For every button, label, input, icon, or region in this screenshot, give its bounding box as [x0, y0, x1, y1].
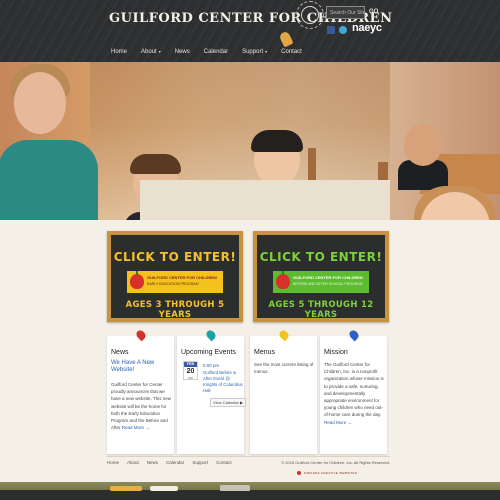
before-after-school-board[interactable]: CLICK TO ENTER! GUILFORD CENTER FOR CHIL… — [253, 231, 389, 322]
nav-label: News — [174, 49, 190, 55]
facebook-icon[interactable] — [327, 26, 335, 34]
nav-label: Calendar — [203, 49, 229, 55]
card-title: Upcoming Events — [181, 349, 236, 356]
sun-icon — [296, 1, 324, 29]
eraser-icon — [220, 485, 250, 491]
news-body: Guilford Center for Center proudly annou… — [111, 381, 172, 431]
chevron-down-icon: ▾ — [158, 49, 161, 54]
apple-icon — [276, 271, 290, 289]
child-hair — [251, 130, 303, 152]
menus-card: Menus See the most current listing of me… — [250, 328, 317, 454]
early-education-board[interactable]: CLICK TO ENTER! GUILFORD CENTER FOR CHIL… — [107, 231, 243, 322]
program-subtitle: EARLY EDUCATION PROGRAM — [147, 282, 199, 286]
nav-contact[interactable]: Contact — [281, 49, 302, 59]
search-input[interactable] — [326, 6, 365, 19]
footer-link-home[interactable]: Home — [107, 460, 119, 465]
designer-credit-link[interactable]: MIRANDA CREATIVE WEBSITES — [304, 471, 357, 475]
event-date-badge: FEB 20 FRI — [183, 361, 198, 380]
hero-photo — [0, 62, 500, 220]
card-title: News — [111, 349, 129, 356]
board-cta: CLICK TO ENTER! — [259, 250, 383, 264]
nav-home[interactable]: Home — [111, 49, 127, 59]
view-calendar-button[interactable]: View Calendar ▶ — [210, 398, 247, 407]
event-title-link[interactable]: Guilford Before & After Event @ Knights … — [203, 370, 243, 394]
program-name: GUILFORD CENTER FOR CHILDREN — [293, 275, 363, 280]
read-more-link[interactable]: Read More → — [324, 420, 352, 425]
footer-link-support[interactable]: Support — [192, 460, 208, 465]
board-cta: CLICK TO ENTER! — [113, 250, 237, 264]
twitter-icon[interactable] — [339, 26, 347, 34]
read-more-link[interactable]: Read More → — [122, 425, 150, 430]
nav-about[interactable]: About ▾ — [141, 49, 161, 59]
site-header: GUILFORD CENTER FOR CHILDREN GO naeyc Ho… — [0, 0, 500, 62]
designer-logo-icon — [297, 471, 301, 475]
nav-support[interactable]: Support ▾ — [242, 49, 267, 59]
footer-link-contact[interactable]: Contact — [216, 460, 232, 465]
nav-label: Contact — [281, 49, 302, 55]
naeyc-logo[interactable]: naeyc — [352, 22, 382, 34]
footer-link-about[interactable]: About — [127, 460, 139, 465]
child-hair — [130, 154, 181, 174]
teacher-face — [14, 72, 66, 134]
menus-body: See the most current listing of menus. — [254, 362, 314, 375]
footer-link-news[interactable]: News — [147, 460, 158, 465]
chalk-icon — [110, 486, 142, 491]
hero-table — [140, 180, 390, 220]
mission-body: The Guilford Center for Children, Inc. i… — [324, 361, 385, 426]
footer-nav: Home About News Calendar Support Contact — [107, 460, 240, 465]
copyright-text: © 2015 Guilford Center for Children, Inc… — [281, 460, 390, 465]
main-nav: Home About ▾ News Calendar Support ▾ Conta… — [111, 49, 316, 59]
event-weekday: FRI — [188, 376, 193, 380]
nav-label: About — [141, 49, 157, 55]
program-banner: GUILFORD CENTER FOR CHILDREN EARLY EDUCA… — [127, 271, 223, 293]
nav-news[interactable]: News — [175, 49, 190, 59]
events-card: Upcoming Events FEB 20 FRI 5:00 pm Guilf… — [177, 328, 247, 454]
bottom-chalkboard — [0, 490, 500, 500]
nav-calendar[interactable]: Calendar — [204, 49, 228, 59]
card-title: Menus — [254, 349, 276, 356]
nav-label: Home — [111, 49, 128, 55]
child-face — [404, 124, 442, 166]
chevron-down-icon: ▾ — [265, 49, 268, 54]
program-name: GUILFORD CENTER FOR CHILDREN — [147, 275, 217, 280]
nav-label: Support — [242, 49, 264, 55]
mission-text: The Guilford Center for Children, Inc. i… — [324, 362, 384, 418]
news-card: News We Have A New Website! Guilford Cen… — [107, 328, 174, 454]
card-title: Mission — [324, 349, 348, 356]
apple-icon — [130, 271, 144, 289]
footer-link-calendar[interactable]: Calendar — [166, 460, 184, 465]
chalk-icon — [150, 486, 178, 491]
program-subtitle: BEFORE AND AFTER SCHOOL PROGRAM — [293, 282, 363, 286]
news-headline-link[interactable]: We Have A New Website! — [111, 360, 171, 374]
hero-teacher — [0, 62, 98, 220]
event-time: 5:00 pm — [203, 363, 220, 368]
event-day: 20 — [186, 368, 195, 375]
board-ages: AGES 5 THROUGH 12 YEARS — [268, 300, 374, 320]
footer-divider — [107, 456, 390, 457]
search-button[interactable]: GO — [369, 6, 378, 19]
board-ages: AGES 3 THROUGH 5 YEARS — [125, 300, 225, 320]
teacher-body — [0, 140, 98, 220]
rocket-icon — [278, 30, 294, 48]
program-banner: GUILFORD CENTER FOR CHILDREN BEFORE AND … — [273, 271, 369, 293]
news-text: Guilford Center for Center proudly annou… — [111, 382, 171, 431]
mission-card: Mission The Guilford Center for Children… — [320, 328, 387, 454]
